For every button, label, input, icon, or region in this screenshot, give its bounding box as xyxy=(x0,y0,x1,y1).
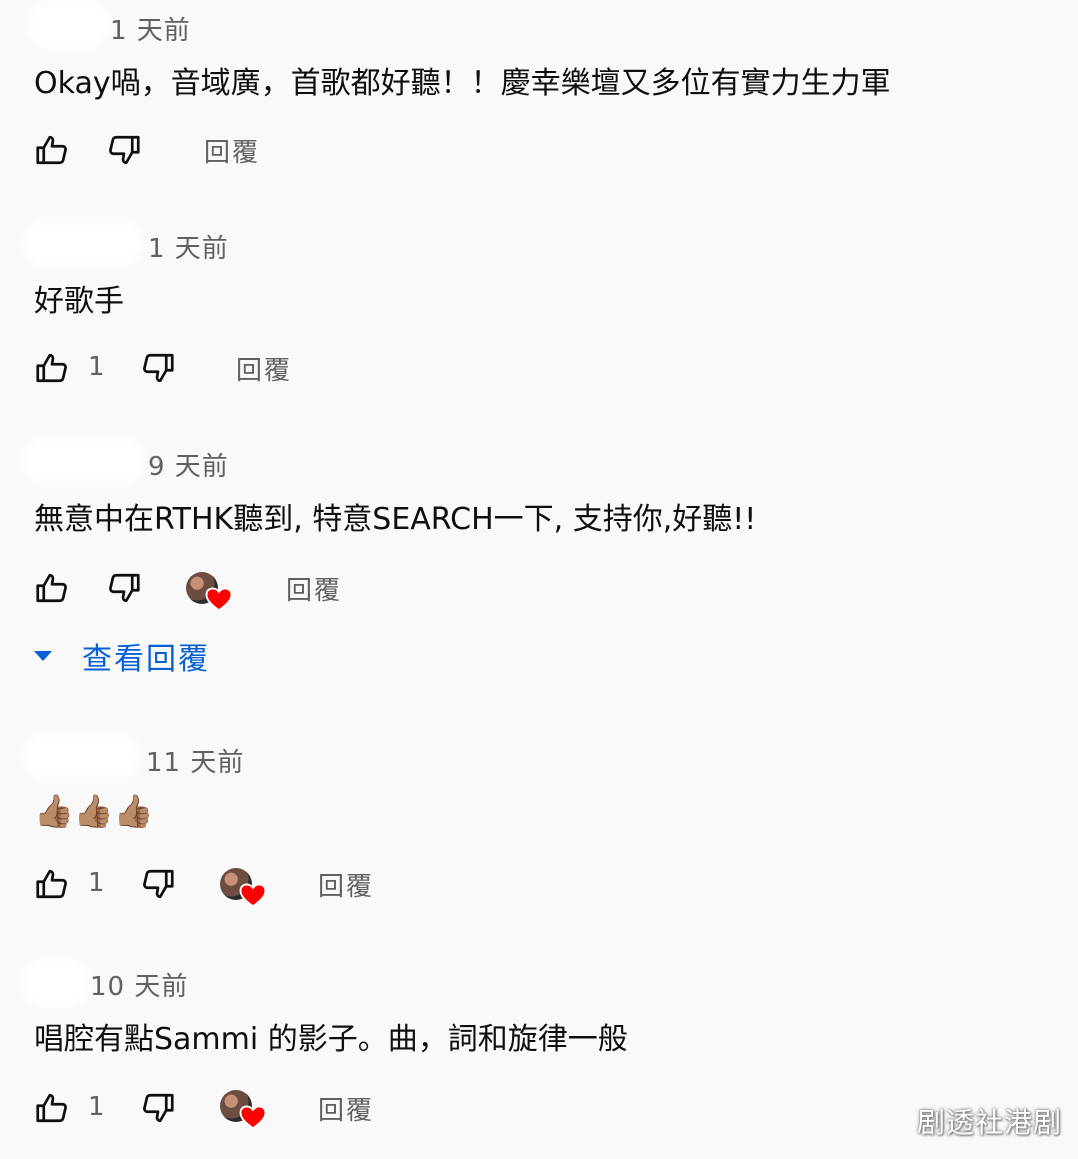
like-count: 1 xyxy=(88,352,105,382)
reply-button[interactable]: 回覆 xyxy=(204,132,260,169)
comment-timestamp[interactable]: 9 天前 xyxy=(148,446,229,483)
comment-timestamp[interactable]: 1 天前 xyxy=(148,228,229,265)
author-name-blurred[interactable] xyxy=(30,226,136,260)
reply-button[interactable]: 回覆 xyxy=(286,570,342,607)
reply-button[interactable]: 回覆 xyxy=(318,1090,374,1127)
comment-text: 無意中在RTHK聽到, 特意SEARCH一下, 支持你,好聽!! xyxy=(34,502,757,537)
thumb-up-icon[interactable] xyxy=(34,570,70,606)
comment-timestamp[interactable]: 11 天前 xyxy=(146,742,244,779)
creator-heart-badge xyxy=(186,572,232,618)
reply-button[interactable]: 回覆 xyxy=(318,866,374,903)
thumb-down-icon[interactable] xyxy=(106,570,142,606)
heart-icon xyxy=(238,880,268,910)
author-name-blurred[interactable] xyxy=(30,740,134,774)
comment-text: 唱腔有點Sammi 的影子。曲，詞和旋律一般 xyxy=(34,1022,628,1057)
thumb-down-icon[interactable] xyxy=(106,132,142,168)
thumb-up-icon[interactable] xyxy=(34,1090,70,1126)
like-count: 1 xyxy=(88,1092,105,1122)
watermark: 剧透社港剧 xyxy=(916,1106,1062,1139)
reply-button[interactable]: 回覆 xyxy=(236,350,292,387)
thumb-down-icon[interactable] xyxy=(140,1090,176,1126)
thumb-up-icon[interactable] xyxy=(34,132,70,168)
author-name-blurred[interactable] xyxy=(34,8,104,42)
creator-heart-badge xyxy=(220,868,266,914)
thumb-up-icon[interactable] xyxy=(34,350,70,386)
creator-heart-badge xyxy=(220,1090,266,1136)
comment-timestamp[interactable]: 1 天前 xyxy=(110,10,191,47)
thumb-down-icon[interactable] xyxy=(140,866,176,902)
thumb-down-icon[interactable] xyxy=(140,350,176,386)
view-replies-label: 查看回覆 xyxy=(82,642,210,677)
view-replies-button[interactable]: 查看回覆 xyxy=(32,636,210,677)
like-count: 1 xyxy=(88,868,105,898)
heart-icon xyxy=(204,584,234,614)
comment-text: 好歌手 xyxy=(34,284,124,319)
comment-timestamp[interactable]: 10 天前 xyxy=(90,966,188,1003)
thumb-up-icon[interactable] xyxy=(34,866,70,902)
caret-down-icon xyxy=(34,651,52,661)
comment-text: 👍🏽👍🏽👍🏽 xyxy=(34,792,154,830)
comment-text: Okay喎，音域廣，首歌都好聽！！慶幸樂壇又多位有實力生力軍 xyxy=(34,66,891,101)
author-name-blurred[interactable] xyxy=(28,966,84,1000)
heart-icon xyxy=(238,1102,268,1132)
author-name-blurred[interactable] xyxy=(28,444,138,478)
